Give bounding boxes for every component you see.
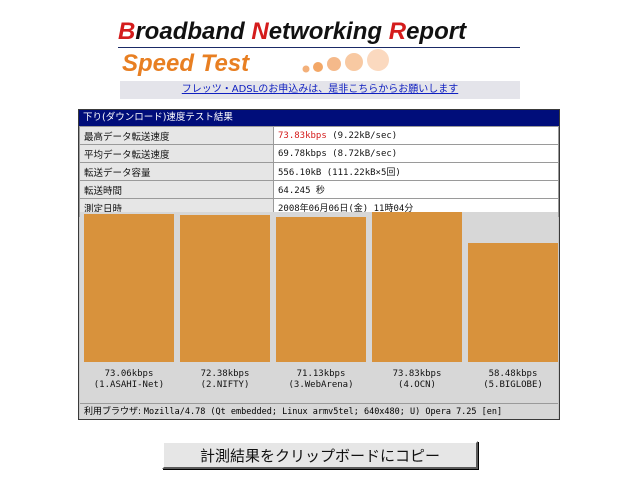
- result-row: 転送時間 64.245 秒: [79, 180, 559, 199]
- result-row-value: 73.83kbps (9.22kB/sec): [273, 126, 559, 145]
- speed-test-logo: Speed Test: [122, 50, 250, 77]
- chart-bar: [372, 212, 462, 362]
- result-row-value: 69.78kbps (8.72kB/sec): [273, 144, 559, 163]
- copy-to-clipboard-button[interactable]: 計測結果をクリップボードにコピー: [162, 441, 478, 469]
- result-row: 平均データ転送速度 69.78kbps (8.72kB/sec): [79, 144, 559, 163]
- result-row-value: 556.10kB (111.22kB×5回): [273, 162, 559, 181]
- logo-word-2: eport: [406, 18, 467, 45]
- result-stats-table: 最高データ転送速度 73.83kbps (9.22kB/sec) 平均データ転送速度…: [79, 126, 559, 217]
- chart-value-label: 73.83kbps: [392, 369, 442, 379]
- browser-info-label: 利用ブラウザ:: [84, 407, 144, 417]
- download-result-panel: 下り(ダウンロード)速度テスト結果 最高データ転送速度 73.83kbps (9.…: [78, 109, 560, 420]
- logo-initial-1: N: [251, 18, 269, 45]
- result-row-value-highlight: 73.83kbps: [278, 130, 327, 141]
- result-row-label: 平均データ転送速度: [79, 144, 274, 163]
- logo-word-0: roadband: [135, 18, 252, 45]
- chart-category-label: (3.WebArena): [288, 380, 354, 390]
- chart-bar: [180, 215, 270, 362]
- result-row: 転送データ容量 556.10kB (111.22kB×5回): [79, 162, 559, 181]
- chart-value-label: 71.13kbps: [296, 369, 346, 379]
- chart-category-label: (1.ASAHI-Net): [93, 380, 165, 390]
- speed-bar-chart: 73.06kbps (1.ASAHI-Net) 72.38kbps (2.NIFTY)…: [80, 212, 558, 404]
- result-row: 最高データ転送速度 73.83kbps (9.22kB/sec): [79, 126, 559, 145]
- result-row-value: 64.245 秒: [273, 180, 559, 199]
- logo-initial-2: R: [388, 18, 407, 45]
- chart-category-label: (2.NIFTY): [200, 380, 250, 390]
- chart-bar: [276, 217, 366, 362]
- result-row-value-text: (9.22kB/sec): [326, 130, 398, 141]
- result-row-value-text: 556.10kB (111.22kB×5回): [278, 168, 401, 178]
- result-row-label: 転送時間: [79, 180, 274, 199]
- chart-bar-label: 58.48kbps (5.BIGLOBE): [467, 369, 559, 391]
- speed-test-page: Broadband Networking Report Speed Test フ…: [0, 0, 640, 480]
- flets-adsl-link-bar: フレッツ・ADSLのお申込みは、是非こちらからお願いします: [120, 81, 520, 99]
- result-row-label: 最高データ転送速度: [79, 126, 274, 145]
- chart-bar-label: 73.06kbps (1.ASAHI-Net): [83, 369, 175, 391]
- chart-category-label: (4.OCN): [398, 380, 436, 390]
- chart-category-label: (5.BIGLOBE): [483, 380, 543, 390]
- logo-initial-0: B: [118, 18, 136, 45]
- flets-adsl-signup-link[interactable]: フレッツ・ADSLのお申込みは、是非こちらからお願いします: [182, 84, 458, 95]
- chart-value-label: 58.48kbps: [488, 369, 538, 379]
- result-row-label: 転送データ容量: [79, 162, 274, 181]
- chart-bar-label: 72.38kbps (2.NIFTY): [179, 369, 271, 391]
- chart-bar-label: 71.13kbps (3.WebArena): [275, 369, 367, 391]
- report-logo-title: Broadband Networking Report: [118, 18, 466, 46]
- result-panel-heading: 下り(ダウンロード)速度テスト結果: [79, 110, 559, 126]
- result-row-value-text: 64.245 秒: [278, 186, 325, 196]
- browser-info-value: Mozilla/4.78 (Qt embedded; Linux armv5te…: [143, 407, 503, 417]
- chart-bar: [84, 214, 174, 362]
- chart-value-label: 73.06kbps: [104, 369, 154, 379]
- chart-value-label: 72.38kbps: [200, 369, 250, 379]
- chart-bar: [468, 243, 558, 362]
- chart-bar-label: 73.83kbps (4.OCN): [371, 369, 463, 391]
- browser-info: 利用ブラウザ: Mozilla/4.78 (Qt embedded; Linux…: [80, 403, 558, 419]
- logo-dots-decoration: [302, 49, 389, 73]
- logo-word-1: etworking: [268, 18, 389, 45]
- result-row-value-text: 69.78kbps (8.72kB/sec): [278, 148, 398, 159]
